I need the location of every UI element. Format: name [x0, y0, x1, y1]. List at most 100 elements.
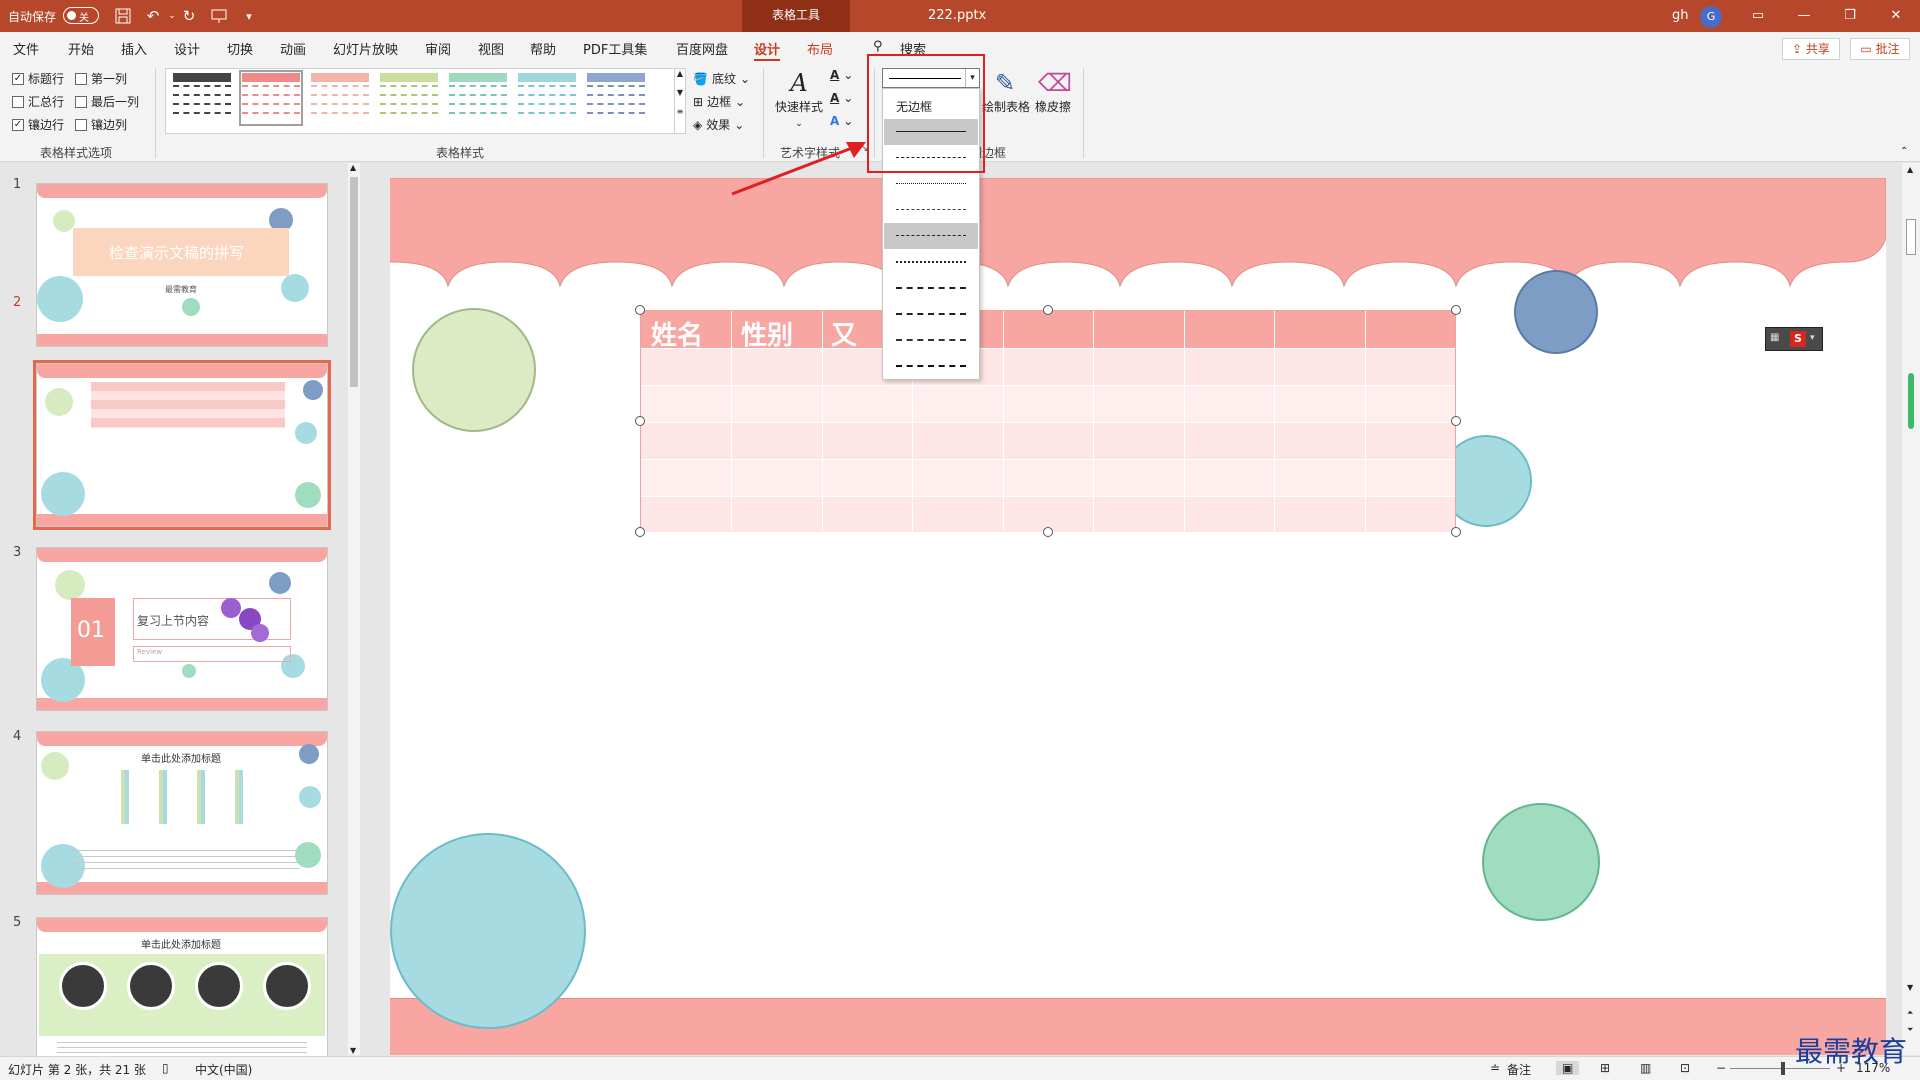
slide-thumbnail-1[interactable]: 检查演示文稿的拼写 最需教育 — [36, 183, 328, 347]
slide-scrollbar[interactable]: ▲ ▼ ⏶ ⏷ — [1902, 163, 1920, 1055]
draw-table-button[interactable]: ✎ 绘制表格 — [982, 68, 1030, 115]
table-style-swatch[interactable] — [173, 73, 231, 123]
zoom-out-icon[interactable]: − — [1716, 1061, 1726, 1075]
slide-sorter-icon[interactable]: ⊞ — [1600, 1061, 1610, 1075]
collapse-ribbon-icon[interactable]: ⌃ — [1900, 146, 1908, 157]
option-banded-rows[interactable]: ✓ 镶边行 — [12, 116, 64, 133]
resize-handle[interactable] — [1451, 416, 1461, 426]
pen-style-long-dash-dot-dot[interactable] — [884, 327, 978, 353]
table-row[interactable] — [641, 422, 1455, 459]
resize-handle[interactable] — [1451, 305, 1461, 315]
table-style-swatch[interactable] — [518, 73, 576, 123]
checkbox[interactable] — [75, 72, 87, 85]
option-total-row[interactable]: 汇总行 — [12, 93, 64, 110]
table-style-swatch[interactable] — [587, 73, 645, 123]
pen-style-dash-dot-fine[interactable] — [884, 197, 978, 223]
resize-handle[interactable] — [635, 416, 645, 426]
slide-thumbnail-5[interactable]: 单击此处添加标题 — [36, 917, 328, 1057]
resize-handle[interactable] — [1451, 527, 1461, 537]
text-outline-button[interactable]: A ⌄ — [830, 91, 853, 105]
sogou-s-icon[interactable]: S — [1790, 331, 1806, 347]
tab-insert[interactable]: 插入 — [121, 39, 147, 58]
option-last-column[interactable]: 最后一列 — [75, 93, 139, 110]
text-effects-button[interactable]: A ⌄ — [830, 114, 853, 128]
chevron-down-icon[interactable]: ▾ — [1810, 333, 1815, 343]
eraser-button[interactable]: ⌫ 橡皮擦 — [1030, 68, 1076, 115]
normal-view-icon[interactable]: ▣ — [1556, 1061, 1580, 1075]
gallery-down-icon[interactable]: ▼ — [675, 88, 685, 97]
ime-floating-toolbar[interactable]: ▦ S ▾ — [1765, 327, 1823, 351]
language-status[interactable]: 中文(中国) — [195, 1061, 252, 1078]
slide-2[interactable]: 姓名 性别 又 — [390, 178, 1886, 1055]
autosave-toggle[interactable]: 关 — [63, 7, 99, 24]
notes-icon[interactable]: ≐ — [1490, 1061, 1500, 1075]
checkbox[interactable] — [75, 95, 87, 108]
checkbox[interactable] — [75, 118, 87, 131]
scroll-up-icon[interactable]: ▲ — [350, 163, 356, 172]
gallery-more-icon[interactable]: ≡ — [675, 107, 685, 116]
scroll-down-icon[interactable]: ▼ — [1907, 983, 1913, 992]
tab-view[interactable]: 视图 — [478, 39, 504, 58]
table-header-cell[interactable]: 性别 — [741, 315, 793, 352]
customize-toolbar-icon[interactable]: ▾ — [238, 5, 260, 27]
scroll-up-icon[interactable]: ▲ — [1907, 165, 1913, 174]
gallery-up-icon[interactable]: ▲ — [675, 69, 685, 78]
scroll-down-icon[interactable]: ▼ — [350, 1046, 356, 1055]
table-header-cell[interactable]: 又 — [831, 315, 857, 352]
slide-table[interactable]: 姓名 性别 又 — [640, 310, 1456, 532]
tab-review[interactable]: 审阅 — [425, 39, 451, 58]
close-icon[interactable]: ✕ — [1873, 0, 1919, 32]
table-style-swatch[interactable] — [380, 73, 438, 123]
resize-handle[interactable] — [1043, 527, 1053, 537]
present-icon[interactable] — [208, 5, 230, 27]
resize-handle[interactable] — [635, 527, 645, 537]
tab-help[interactable]: 帮助 — [530, 39, 556, 58]
minimize-icon[interactable]: — — [1781, 0, 1827, 32]
next-slide-icon[interactable]: ⏷ — [1907, 1025, 1913, 1035]
scroll-thumb[interactable] — [350, 177, 358, 387]
resize-handle[interactable] — [1043, 305, 1053, 315]
zoom-slider-thumb[interactable] — [1781, 1062, 1785, 1075]
text-fill-button[interactable]: A ⌄ — [830, 68, 853, 82]
share-button[interactable]: ⇪ 共享 — [1782, 38, 1840, 60]
tab-table-design[interactable]: 设计 — [754, 39, 781, 61]
tab-pdf-tools[interactable]: PDF工具集 — [583, 39, 647, 58]
tab-file[interactable]: 文件 — [13, 39, 39, 58]
pen-style-dotted[interactable] — [884, 249, 978, 275]
tab-table-layout[interactable]: 布局 — [807, 39, 833, 58]
option-first-column[interactable]: 第一列 — [75, 70, 127, 87]
scroll-thumb[interactable] — [1906, 219, 1916, 255]
pen-style-dash-dot-dot[interactable] — [884, 223, 978, 249]
table-row[interactable] — [641, 385, 1455, 422]
slideshow-icon[interactable]: ⊡ — [1680, 1061, 1690, 1075]
table-header-cell[interactable]: 姓名 — [651, 315, 703, 352]
redo-icon[interactable]: ↻ — [178, 5, 200, 27]
pen-style-dotted-fine[interactable] — [884, 171, 978, 197]
checkbox[interactable]: ✓ — [12, 118, 24, 131]
quick-styles-button[interactable]: A 快速样式 ⌄ — [773, 68, 825, 129]
pen-style-long-dash-dot-long[interactable] — [884, 353, 978, 379]
save-icon[interactable] — [112, 5, 134, 27]
table-style-swatch[interactable] — [449, 73, 507, 123]
effects-button[interactable]: ◈ 效果 ⌄ — [693, 116, 744, 133]
ribbon-display-icon[interactable]: ▭ — [1735, 0, 1781, 32]
pen-style-long-dash-dot[interactable] — [884, 301, 978, 327]
table-row[interactable] — [641, 459, 1455, 496]
table-style-swatch[interactable] — [311, 73, 369, 123]
previous-slide-icon[interactable]: ⏶ — [1907, 1008, 1913, 1018]
resize-handle[interactable] — [635, 305, 645, 315]
table-row[interactable] — [641, 348, 1455, 385]
reading-view-icon[interactable]: ▥ — [1640, 1061, 1651, 1075]
slide-thumbnail-3[interactable]: 01 复习上节内容 Review — [36, 547, 328, 711]
tab-baidu-netdisk[interactable]: 百度网盘 — [676, 39, 728, 58]
tab-transitions[interactable]: 切换 — [227, 39, 253, 58]
table-style-swatch-selected[interactable] — [239, 70, 303, 126]
tab-home[interactable]: 开始 — [68, 39, 94, 58]
spellcheck-icon[interactable]: ▯ — [162, 1061, 169, 1075]
slide-thumbnail-2[interactable] — [33, 360, 331, 530]
tab-animations[interactable]: 动画 — [280, 39, 306, 58]
shading-button[interactable]: 🪣 底纹 ⌄ — [693, 70, 750, 87]
comments-button[interactable]: ▭ 批注 — [1850, 38, 1910, 60]
restore-icon[interactable]: ❐ — [1827, 0, 1873, 32]
option-banded-columns[interactable]: 镶边列 — [75, 116, 127, 133]
